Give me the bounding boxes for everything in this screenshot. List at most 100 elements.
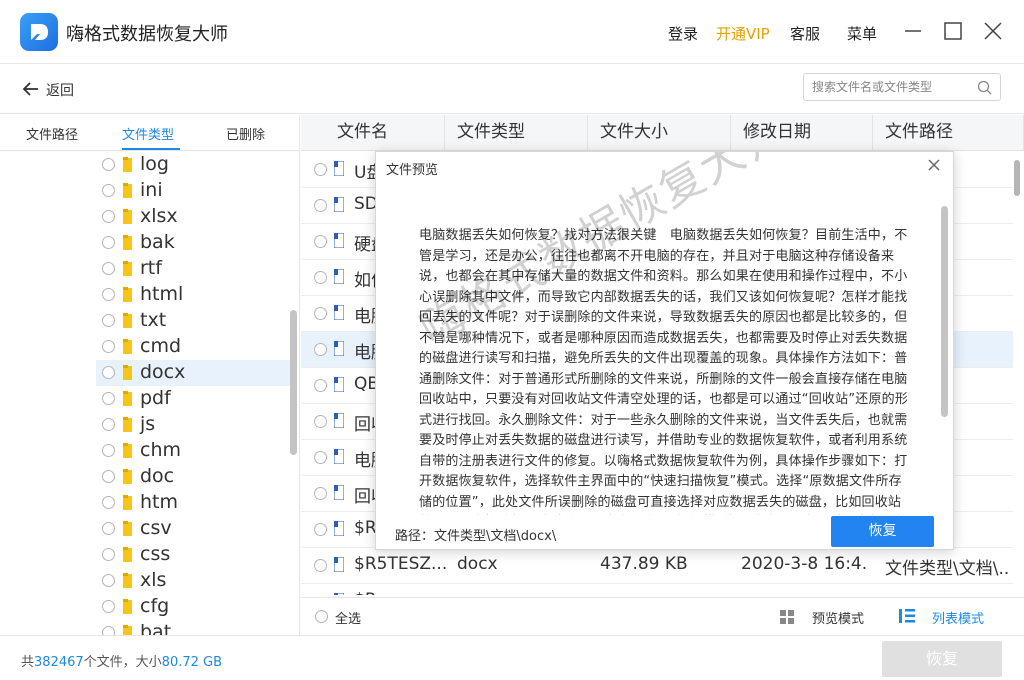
type-radio[interactable]	[102, 496, 115, 509]
type-radio[interactable]	[102, 366, 115, 379]
maximize-icon[interactable]	[942, 20, 964, 42]
row-radio[interactable]	[314, 415, 327, 428]
type-radio[interactable]	[102, 522, 115, 535]
file-type-item[interactable]: bat	[0, 620, 290, 635]
search-box[interactable]	[803, 73, 1001, 101]
type-radio[interactable]	[102, 574, 115, 587]
file-type-label: html	[140, 283, 184, 305]
row-radio[interactable]	[314, 235, 327, 248]
file-type-item[interactable]: cfg	[0, 594, 290, 620]
file-type-item[interactable]: doc	[0, 464, 290, 490]
file-type-item[interactable]: cmd	[0, 334, 290, 360]
search-input[interactable]	[812, 78, 972, 96]
preview-scrollbar[interactable]	[941, 206, 948, 417]
col-header-date[interactable]: 修改日期	[731, 115, 873, 151]
close-preview-icon[interactable]	[927, 158, 941, 172]
folder-icon	[123, 157, 132, 172]
type-radio[interactable]	[102, 340, 115, 353]
file-type-label: bat	[140, 621, 172, 635]
vip-link[interactable]: 开通VIP	[716, 23, 770, 44]
list-mode-button[interactable]: 列表模式	[932, 608, 984, 627]
row-radio[interactable]	[314, 163, 327, 176]
list-view-icon[interactable]	[899, 609, 915, 623]
file-type-item[interactable]: xls	[0, 568, 290, 594]
preview-path: 路径：文件类型\文档\docx\	[395, 525, 556, 544]
type-radio[interactable]	[102, 314, 115, 327]
row-radio[interactable]	[314, 559, 327, 572]
file-type-item[interactable]: pdf	[0, 386, 290, 412]
preview-recover-button[interactable]: 恢复	[831, 516, 934, 547]
type-radio[interactable]	[102, 184, 115, 197]
word-document-icon	[334, 485, 344, 500]
row-radio[interactable]	[314, 343, 327, 356]
row-radio[interactable]	[314, 451, 327, 464]
row-radio[interactable]	[314, 199, 327, 212]
file-type-item[interactable]: chm	[0, 438, 290, 464]
close-icon[interactable]	[982, 20, 1004, 42]
row-radio[interactable]	[314, 523, 327, 536]
menu-link[interactable]: 菜单	[847, 23, 877, 44]
folder-icon	[123, 521, 132, 536]
col-header-path[interactable]: 文件路径	[873, 115, 1024, 151]
row-radio[interactable]	[314, 487, 327, 500]
type-radio[interactable]	[102, 288, 115, 301]
row-radio[interactable]	[314, 379, 327, 392]
search-icon[interactable]	[977, 80, 992, 95]
col-header-size[interactable]: 文件大小	[588, 115, 731, 151]
file-type-item[interactable]: js	[0, 412, 290, 438]
table-header: 文件名 文件类型 文件大小 修改日期 文件路径	[301, 115, 1024, 151]
left-scrollbar[interactable]	[290, 310, 297, 455]
type-radio[interactable]	[102, 158, 115, 171]
preview-mode-button[interactable]: 预览模式	[812, 608, 864, 627]
tab-file-type[interactable]: 文件类型	[122, 124, 174, 143]
word-document-icon	[334, 161, 344, 176]
file-type-item[interactable]: bak	[0, 230, 290, 256]
word-document-icon	[334, 341, 344, 356]
tab-deleted[interactable]: 已删除	[226, 124, 265, 143]
row-radio[interactable]	[314, 307, 327, 320]
type-radio[interactable]	[102, 600, 115, 613]
col-header-type[interactable]: 文件类型	[445, 115, 588, 151]
folder-icon	[123, 469, 132, 484]
type-radio[interactable]	[102, 262, 115, 275]
folder-icon	[123, 287, 132, 302]
type-radio[interactable]	[102, 392, 115, 405]
path-label: 路径：	[395, 529, 435, 544]
table-scrollbar[interactable]	[1014, 160, 1020, 196]
minimize-icon[interactable]	[902, 20, 924, 42]
status-prefix: 共	[21, 655, 35, 670]
service-link[interactable]: 客服	[790, 23, 820, 44]
cell-path: 文件类型\文档\...	[885, 559, 1010, 579]
file-type-label: docx	[140, 361, 186, 383]
table-row[interactable]: $R	[301, 584, 1013, 595]
file-type-item[interactable]: rtf	[0, 256, 290, 282]
back-arrow-icon	[22, 82, 38, 96]
file-type-item[interactable]: htm	[0, 490, 290, 516]
type-radio[interactable]	[102, 236, 115, 249]
type-radio[interactable]	[102, 210, 115, 223]
type-radio[interactable]	[102, 444, 115, 457]
select-all-radio[interactable]	[315, 610, 328, 623]
login-link[interactable]: 登录	[668, 23, 698, 44]
select-all-label[interactable]: 全选	[335, 608, 361, 627]
grid-view-icon[interactable]	[780, 610, 794, 624]
col-header-name[interactable]: 文件名	[301, 115, 445, 151]
tab-file-path[interactable]: 文件路径	[26, 124, 78, 143]
file-type-item[interactable]: css	[0, 542, 290, 568]
type-radio[interactable]	[102, 548, 115, 561]
row-radio[interactable]	[314, 271, 327, 284]
word-document-icon	[334, 377, 344, 392]
file-type-item[interactable]: csv	[0, 516, 290, 542]
file-type-item[interactable]: docx	[96, 360, 290, 386]
left-tabs: 文件路径 文件类型 已删除	[0, 115, 299, 151]
recover-button[interactable]: 恢复	[882, 641, 1002, 677]
type-radio[interactable]	[102, 470, 115, 483]
type-radio[interactable]	[102, 626, 115, 635]
file-type-item[interactable]: xlsx	[0, 204, 290, 230]
file-type-item[interactable]: html	[0, 282, 290, 308]
type-radio[interactable]	[102, 418, 115, 431]
file-type-item[interactable]: ini	[0, 178, 290, 204]
table-row[interactable]: $R5TESZ... docx 437.89 KB 2020-3-8 16:4... 文…	[301, 548, 1013, 584]
file-type-item[interactable]: log	[0, 152, 290, 178]
file-type-item[interactable]: txt	[0, 308, 290, 334]
